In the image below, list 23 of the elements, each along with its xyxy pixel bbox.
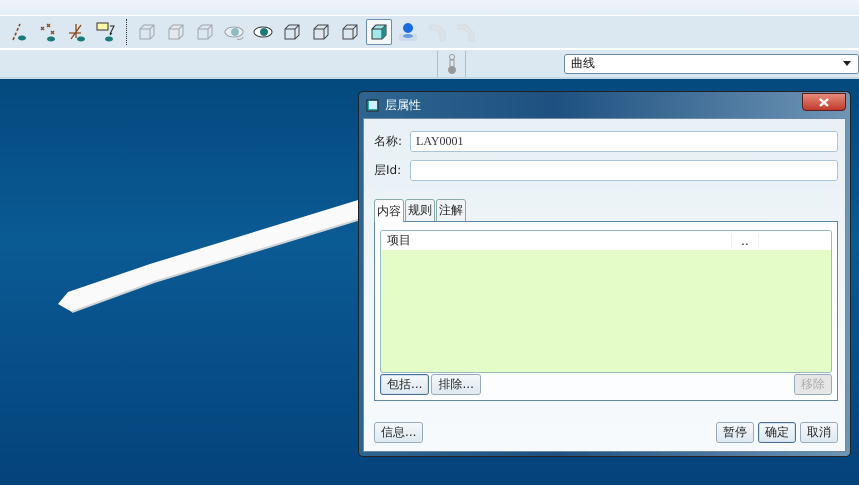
dialog-button[interactable]: 包括... [380,374,430,395]
input-field[interactable]: LAY0001 [410,131,838,152]
field-label: 层Id: [374,162,402,179]
shaded-cube-icon[interactable] [366,19,392,45]
dialog-button[interactable]: 排除... [431,374,481,395]
tab[interactable]: 内容 [374,199,404,222]
dialog-button[interactable]: 取消 [800,422,838,443]
tab[interactable]: 规则 [405,199,435,221]
dialog-button[interactable]: 信息... [374,422,424,443]
layer-icon [366,98,379,112]
field-label: 名称: [374,133,404,150]
input-field[interactable] [410,160,838,181]
dropdown-arrow-icon [843,61,851,66]
filter-dropdown[interactable]: 曲线 [564,54,859,74]
dialog-button[interactable]: 暂停 [716,422,754,443]
dialog-button[interactable]: 确定 [758,422,796,443]
close-icon [819,98,829,106]
tab[interactable]: 注解 [436,199,466,221]
thermometer-icon[interactable] [446,52,457,74]
column-header[interactable]: 项目 [381,232,731,249]
column-header[interactable]: .. [731,234,759,248]
close-button[interactable] [802,93,846,111]
window-title: 层属性 [385,96,422,114]
